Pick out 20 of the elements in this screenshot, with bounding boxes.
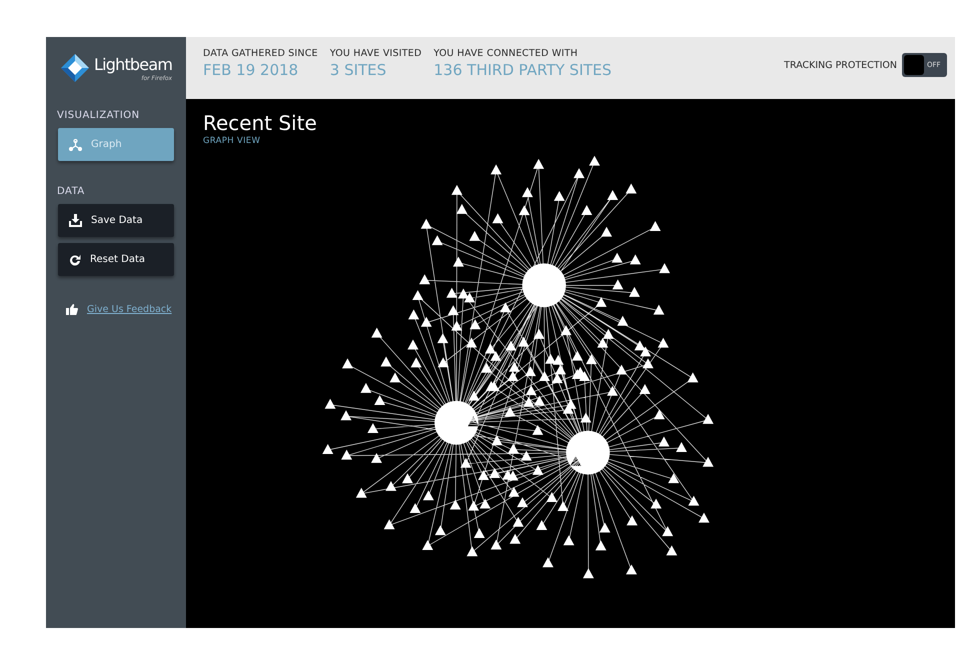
nav-button[interactable]: Save Data: [58, 204, 174, 237]
nav-button[interactable]: Reset Data: [58, 243, 174, 276]
toggle-label: TRACKING PROTECTION: [784, 60, 897, 70]
section-title: DATA: [56, 185, 86, 197]
stat-value: FEB 19 2018: [203, 61, 300, 79]
download-icon: [69, 214, 82, 227]
stat-label: YOU HAVE CONNECTED WITH: [434, 48, 579, 59]
refresh-icon: [69, 254, 81, 266]
graph-icon: [69, 138, 82, 150]
view-title: Recent Site: [203, 111, 317, 135]
feedback-link[interactable]: Give Us Feedback: [87, 304, 172, 315]
stat-label: YOU HAVE VISITED: [330, 48, 422, 59]
stat-value: 3 SITES: [330, 61, 388, 79]
stat-label: DATA GATHERED SINCE: [203, 48, 318, 59]
stat-value: 136 THIRD PARTY SITES: [434, 61, 612, 79]
view-subtitle: GRAPH VIEW: [203, 136, 260, 146]
brand-name: Lightbeam: [94, 54, 172, 74]
thumbs-up-icon: [66, 304, 78, 315]
section-title: VISUALIZATION: [56, 109, 141, 121]
logo-icon: [60, 53, 90, 83]
